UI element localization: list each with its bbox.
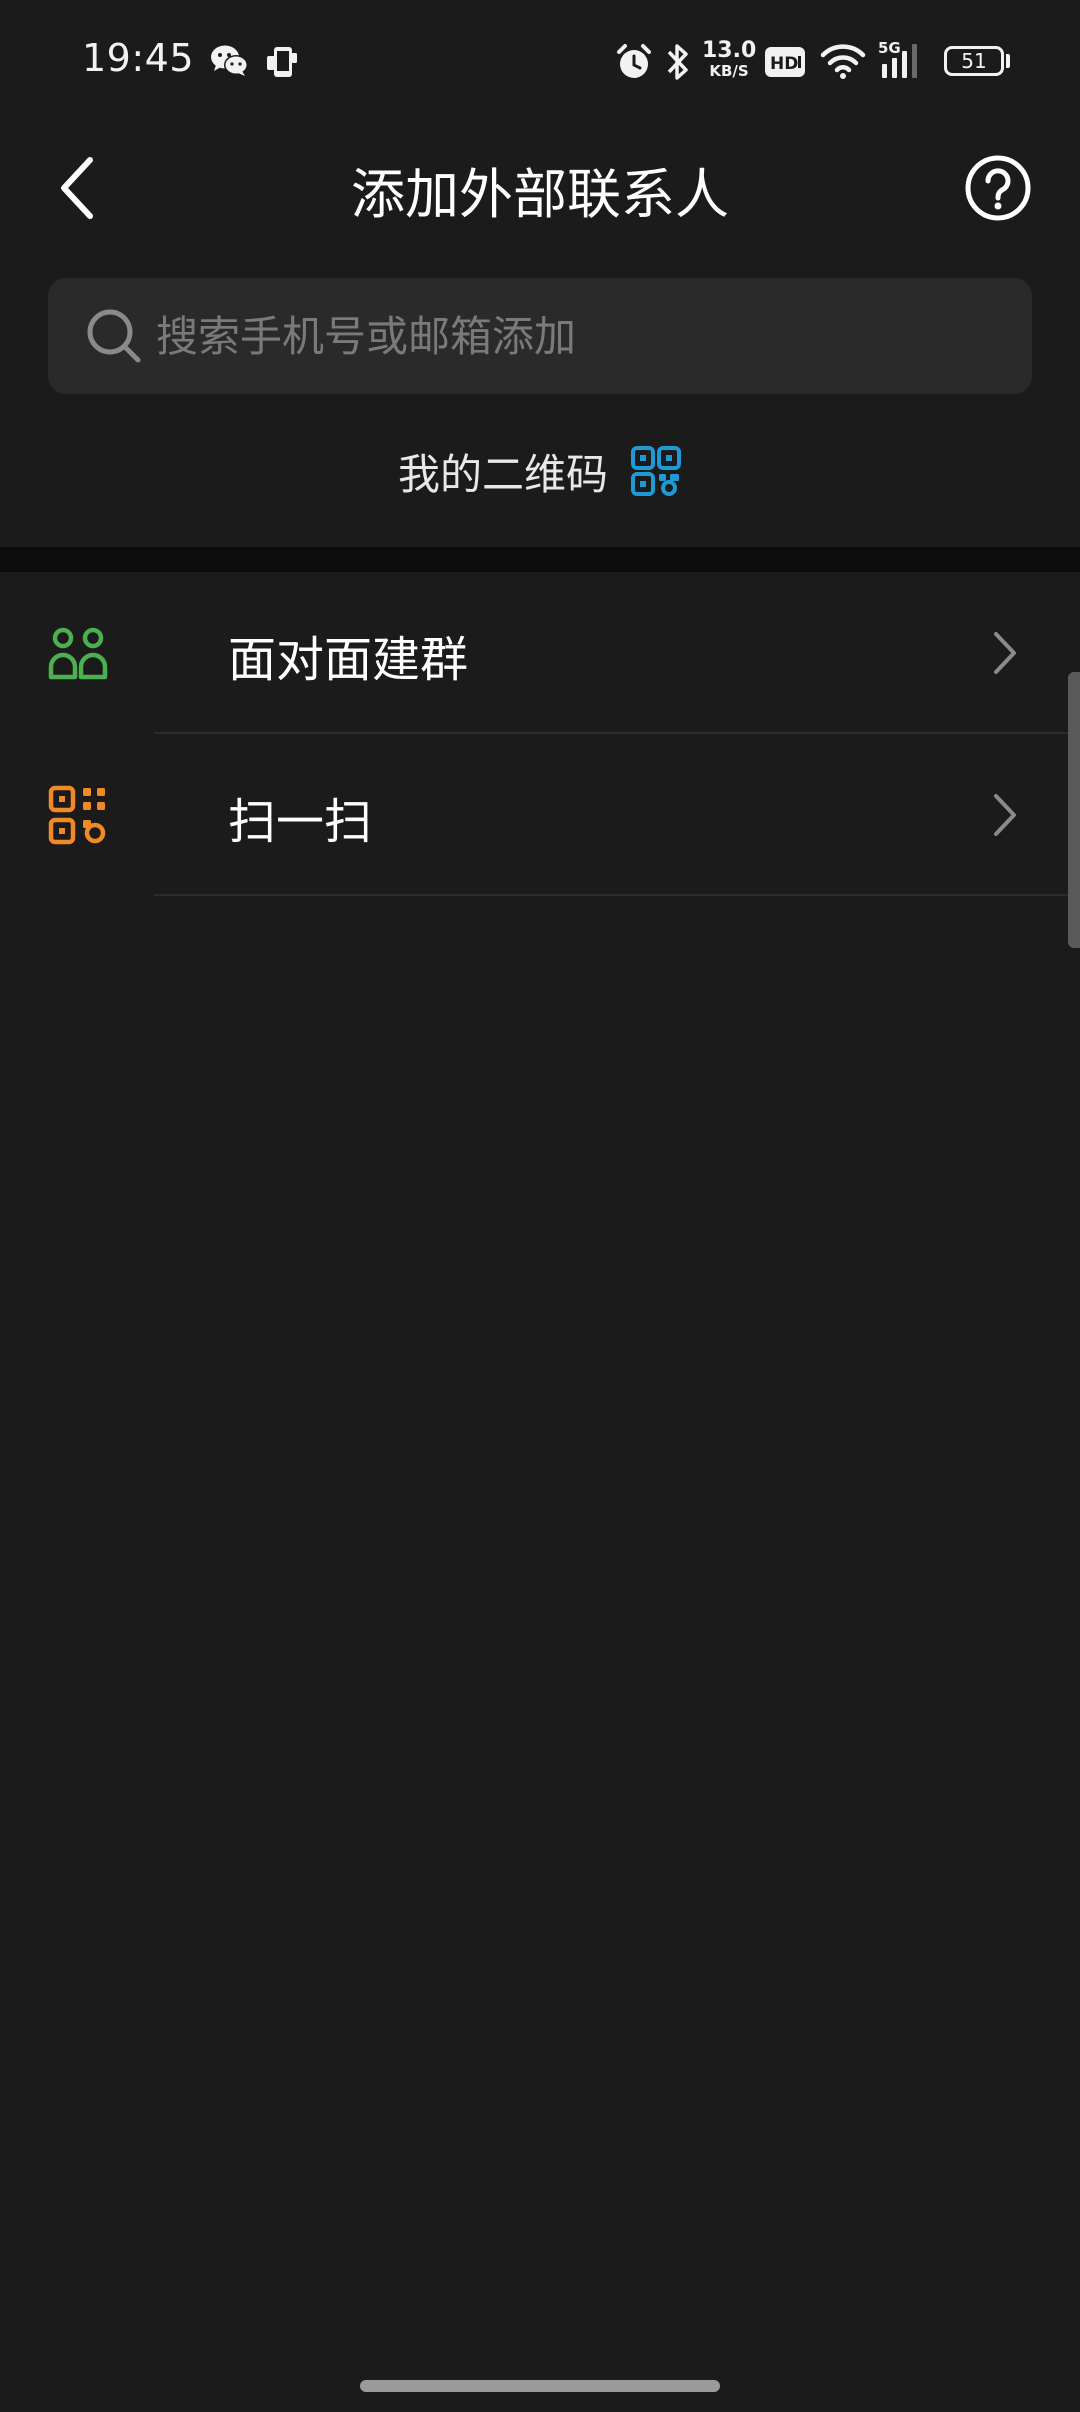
- battery-level: 51: [961, 49, 987, 73]
- help-circle-icon: [965, 155, 1031, 221]
- wifi-icon: [820, 44, 866, 79]
- qrcode-icon: [631, 446, 681, 496]
- help-button[interactable]: [964, 154, 1032, 222]
- home-indicator[interactable]: [360, 2380, 720, 2392]
- page-title: 添加外部联系人: [351, 163, 729, 226]
- hd-badge: HD: [770, 54, 798, 74]
- wechat-icon: [211, 45, 248, 76]
- alarm-icon: [617, 44, 651, 78]
- network-speed: 13.0 KB/S: [702, 40, 756, 79]
- search-icon: [87, 309, 141, 363]
- menu-item-label: 扫一扫: [228, 794, 373, 850]
- chevron-right-icon: [994, 794, 1016, 836]
- phone-sync-icon: [267, 47, 297, 77]
- list-divider: [154, 894, 1080, 896]
- my-qrcode-label: 我的二维码: [397, 449, 608, 499]
- network-type: 5G: [878, 39, 901, 57]
- status-bar: 19:45 13.0 KB/S HD 5G 51: [0, 0, 1080, 120]
- my-qrcode-button[interactable]: 我的二维码: [0, 436, 1080, 506]
- signal-icon: 5G: [878, 39, 917, 78]
- network-speed-value: 13.0: [702, 38, 757, 63]
- bluetooth-icon: [667, 44, 688, 80]
- menu-list: 面对面建群 扫一扫: [0, 572, 1080, 896]
- menu-item-scan[interactable]: 扫一扫: [0, 734, 1080, 896]
- scrollbar[interactable]: [1068, 672, 1080, 948]
- menu-item-face-to-face-group[interactable]: 面对面建群: [0, 572, 1080, 734]
- menu-item-label: 面对面建群: [228, 632, 469, 688]
- battery-icon: 51: [944, 46, 1004, 76]
- search-input[interactable]: [156, 278, 996, 394]
- chevron-right-icon: [994, 632, 1016, 674]
- hd-icon: HD: [765, 47, 805, 77]
- network-speed-unit: KB/S: [709, 62, 749, 80]
- people-group-icon: [48, 627, 108, 680]
- status-time: 19:45: [82, 36, 195, 80]
- scan-qrcode-icon: [48, 785, 106, 845]
- battery-tip: [1006, 54, 1010, 68]
- search-bar[interactable]: [48, 278, 1032, 394]
- section-separator: [0, 547, 1080, 572]
